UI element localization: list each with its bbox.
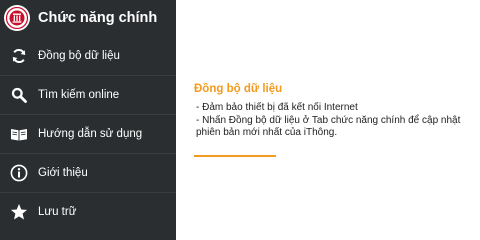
menu-item-search-online[interactable]: Tìm kiếm online (0, 75, 176, 114)
menu-item-label: Tìm kiếm online (38, 89, 120, 101)
menu-item-label: Hướng dẫn sử dụng (38, 128, 143, 140)
star-icon (10, 203, 28, 221)
content-line: - Nhấn Đồng bộ dữ liệu ở Tab chức năng c… (196, 114, 461, 139)
menu-item-label: Lưu trữ (38, 206, 77, 218)
menu-item-label: Giới thiệu (38, 167, 88, 179)
drawer-menu: Đồng bộ dữ liệu Tìm kiếm online Hướng dẫ… (0, 36, 176, 231)
content-title: Đồng bộ dữ liệu (194, 83, 283, 95)
app-logo-icon (4, 5, 30, 31)
sync-icon (10, 47, 28, 65)
content-line: - Đảm bảo thiết bị đã kết nối Internet (196, 102, 358, 113)
menu-item-sync[interactable]: Đồng bộ dữ liệu (0, 36, 176, 75)
content-panel: Đồng bộ dữ liệu - Đảm bảo thiết bị đã kế… (176, 0, 480, 240)
drawer-header: Chức năng chính (0, 0, 176, 36)
search-icon (10, 86, 28, 104)
info-icon (10, 164, 28, 182)
content-body: - Đảm bảo thiết bị đã kết nối Internet -… (196, 102, 476, 140)
menu-item-label: Đồng bộ dữ liệu (38, 49, 120, 62)
book-icon (10, 125, 28, 143)
navigation-drawer: Chức năng chính Đồng bộ dữ liệu Tìm kiếm… (0, 0, 176, 240)
menu-item-user-guide[interactable]: Hướng dẫn sử dụng (0, 114, 176, 153)
drawer-title: Chức năng chính (38, 10, 158, 26)
menu-item-about[interactable]: Giới thiệu (0, 153, 176, 192)
content-divider (194, 155, 276, 157)
menu-item-storage[interactable]: Lưu trữ (0, 192, 176, 231)
